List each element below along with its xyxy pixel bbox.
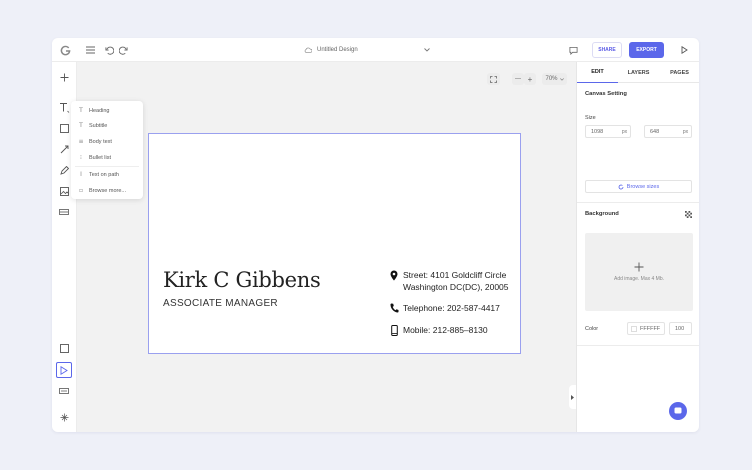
menu-item-browse-more[interactable]: ▫ Browse more... (71, 183, 143, 198)
panel-collapse-handle[interactable] (569, 385, 576, 409)
card-mobile[interactable]: Mobile: 212-885–8130 (403, 324, 488, 336)
title-dropdown-chevron-icon[interactable] (421, 44, 433, 56)
image-tool-icon[interactable] (57, 184, 71, 198)
color-swatch[interactable] (631, 325, 637, 332)
telephone-icon (389, 302, 399, 314)
menu-item-subtitle[interactable]: T Subtitle (71, 118, 143, 133)
puzzle-icon[interactable] (57, 410, 71, 424)
zoom-level-value: 70% (545, 76, 558, 82)
menu-item-heading[interactable]: T Heading (71, 103, 143, 118)
fit-screen-icon (490, 75, 497, 83)
menu-item-bullet-list[interactable]: ⁝ Bullet list (71, 150, 143, 165)
card-role[interactable]: ASSOCIATE MANAGER (163, 298, 278, 309)
design-editor-window: Untitled Design SHARE EXPORT T Heading T… (52, 38, 699, 432)
chevron-down-icon (559, 77, 564, 81)
menu-item-label: Heading (89, 107, 110, 114)
height-input[interactable]: 648 px (644, 125, 692, 138)
height-unit: px (682, 128, 689, 135)
tab-pages[interactable]: PAGES (659, 62, 699, 83)
share-button[interactable]: SHARE (592, 42, 622, 58)
browse-sizes-button[interactable]: Browse sizes (585, 180, 692, 193)
size-label: Size (585, 115, 596, 121)
qr-tool-icon[interactable] (57, 205, 71, 219)
location-pin-icon (389, 269, 399, 281)
menu-item-label: Bullet list (89, 154, 112, 161)
card-name[interactable]: Kirk C Gibbens (163, 268, 321, 292)
menu-icon[interactable] (84, 44, 96, 56)
tab-layers[interactable]: LAYERS (618, 62, 659, 83)
menu-item-label: Subtitle (89, 122, 108, 129)
chat-icon (674, 407, 682, 414)
business-card-canvas[interactable]: Kirk C Gibbens ASSOCIATE MANAGER Street:… (148, 133, 521, 354)
card-telephone[interactable]: Telephone: 202-587-4417 (403, 302, 500, 314)
color-label: Color (585, 326, 599, 332)
browse-icon: ▫ (78, 187, 84, 194)
mobile-phone-icon (389, 324, 399, 336)
body-text-icon: ≡ (78, 138, 84, 145)
width-value: 1098 (591, 128, 604, 135)
text-tool-icon[interactable] (56, 99, 72, 115)
line-tool-icon[interactable] (57, 142, 71, 156)
panel-tabs: EDIT LAYERS PAGES (577, 62, 699, 83)
menu-item-body-text[interactable]: ≡ Body text (71, 134, 143, 149)
redo-icon[interactable] (117, 44, 129, 56)
comment-icon[interactable] (567, 44, 579, 56)
plus-icon (633, 261, 645, 273)
zoom-level-select[interactable]: 70% (542, 73, 567, 85)
frame-icon[interactable] (57, 341, 71, 355)
play-icon[interactable] (678, 44, 690, 56)
cloud-icon (304, 47, 312, 53)
heading-icon: T (79, 107, 83, 114)
undo-icon[interactable] (103, 44, 115, 56)
app-logo-icon[interactable] (57, 42, 73, 58)
media-tool-icon[interactable] (57, 384, 71, 398)
text-tool-menu: T Heading T Subtitle ≡ Body text ⁝ Bulle… (71, 101, 143, 199)
subtitle-icon: T (79, 122, 83, 129)
opacity-value: 100 (675, 325, 685, 332)
shape-tool-icon[interactable] (57, 121, 71, 135)
document-title-text: Untitled Design (317, 47, 358, 53)
canvas-setting-title: Canvas Setting (585, 91, 627, 97)
menu-item-text-on-path[interactable]: I Text on path (71, 167, 143, 182)
color-input[interactable]: FFFFFF (627, 322, 665, 335)
draw-tool-icon[interactable] (57, 163, 71, 177)
refresh-icon (618, 184, 624, 189)
card-street[interactable]: Street: 4101 Goldcliff Circle (403, 269, 506, 281)
height-value: 648 (650, 128, 660, 135)
fit-screen-button[interactable] (487, 73, 500, 85)
zoom-in-button[interactable]: + (524, 73, 536, 85)
add-image-hint: Add image. Max 4 Mb. (613, 276, 665, 282)
document-title[interactable]: Untitled Design (304, 38, 358, 62)
width-unit: px (621, 128, 628, 135)
card-city[interactable]: Washington DC(DC), 20005 (403, 281, 509, 293)
top-bar: Untitled Design SHARE EXPORT (52, 38, 699, 62)
chevron-right-icon (571, 394, 574, 400)
transparency-icon[interactable] (683, 209, 693, 219)
background-title: Background (585, 211, 619, 217)
zoom-out-button[interactable]: — (512, 73, 524, 85)
tab-edit[interactable]: EDIT (577, 62, 618, 83)
browse-sizes-label: Browse sizes (626, 183, 660, 190)
menu-item-label: Body text (89, 138, 112, 145)
select-tool-icon[interactable] (56, 362, 72, 378)
export-button[interactable]: EXPORT (629, 42, 664, 58)
section-divider (577, 202, 699, 203)
width-input[interactable]: 1098 px (585, 125, 631, 138)
properties-panel: EDIT LAYERS PAGES Canvas Setting Size 10… (576, 62, 699, 432)
add-icon[interactable] (57, 70, 71, 84)
section-divider (577, 345, 699, 346)
chat-support-button[interactable] (669, 402, 687, 420)
color-hex-value: FFFFFF (640, 325, 661, 332)
opacity-input[interactable]: 100 (669, 322, 692, 335)
text-path-icon: I (80, 171, 82, 178)
bullet-list-icon: ⁝ (80, 154, 82, 161)
menu-item-label: Text on path (89, 171, 119, 178)
add-image-dropzone[interactable]: Add image. Max 4 Mb. (585, 233, 693, 311)
menu-item-label: Browse more... (89, 187, 126, 194)
